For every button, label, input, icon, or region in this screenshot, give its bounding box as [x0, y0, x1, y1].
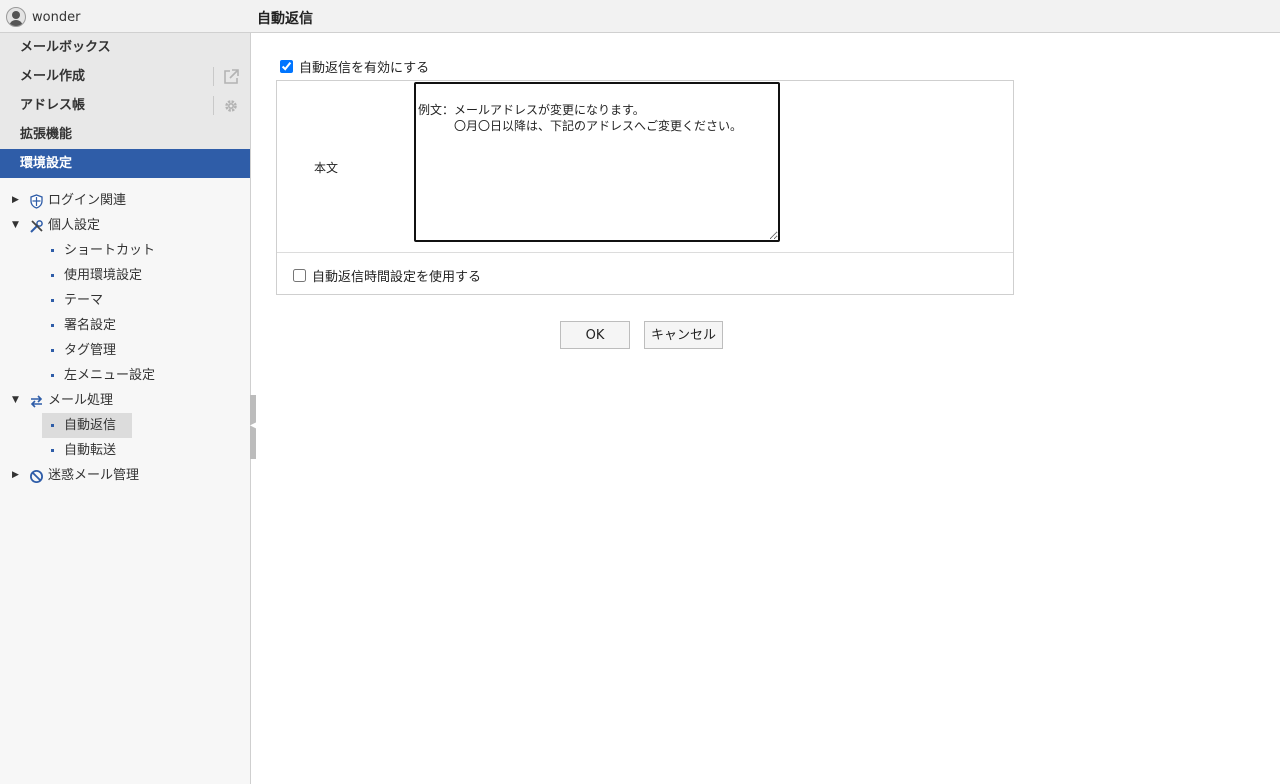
nav-address-book-label: アドレス帳 [20, 98, 86, 113]
nav-extensions[interactable]: 拡張機能 [0, 120, 250, 149]
tree-item-theme-label: テーマ [64, 293, 104, 308]
bullet [51, 349, 54, 352]
enable-auto-reply-checkbox[interactable] [280, 60, 293, 73]
tree-item-signature-label: 署名設定 [64, 318, 117, 333]
bullet [51, 274, 54, 277]
tree-node-spam-label: 迷惑メール管理 [48, 468, 140, 483]
tree-item-auto-forward[interactable]: 自動転送 [0, 438, 250, 463]
bullet [51, 299, 54, 302]
divider [213, 67, 214, 86]
gear-icon[interactable] [222, 97, 240, 115]
body-label: 本文 [314, 161, 339, 175]
main-content: 自動返信を有効にする 本文 例文：メールアドレスが変更になります。 〇月〇日以降… [256, 33, 1280, 784]
nav-compose[interactable]: メール作成 [0, 62, 250, 91]
auto-reply-form: 本文 例文：メールアドレスが変更になります。 〇月〇日以降は、下記のアドレスへご… [276, 80, 1014, 295]
user-menu[interactable]: wonder [6, 7, 80, 27]
tree-node-mail-processing-label: メール処理 [48, 393, 114, 408]
nav-mailbox[interactable]: メールボックス [0, 33, 250, 62]
main-nav: メールボックス メール作成 アドレス帳 拡張機能 環境設定 [0, 33, 250, 178]
cancel-button[interactable]: キャンセル [644, 321, 723, 349]
body-textarea[interactable]: 例文：メールアドレスが変更になります。 〇月〇日以降は、下記のアドレスへご変更く… [414, 82, 780, 242]
enable-auto-reply-label[interactable]: 自動返信を有効にする [299, 57, 429, 76]
nav-compose-label: メール作成 [20, 69, 86, 84]
tree-item-environment[interactable]: 使用環境設定 [0, 263, 250, 288]
tree-item-environment-label: 使用環境設定 [64, 268, 143, 283]
tree-item-shortcut-label: ショートカット [64, 243, 156, 258]
tree-node-personal[interactable]: ▼ 個人設定 [0, 213, 250, 238]
tree-item-auto-reply-label: 自動返信 [64, 418, 117, 433]
tree-item-auto-reply[interactable]: 自動返信 [0, 413, 250, 438]
tree-item-left-menu[interactable]: 左メニュー設定 [0, 363, 250, 388]
enable-auto-reply-option[interactable]: 自動返信を有効にする [280, 57, 429, 76]
chevron-right-icon[interactable]: ▶ [12, 188, 22, 213]
time-setting-label[interactable]: 自動返信時間設定を使用する [312, 266, 481, 285]
time-setting-option[interactable]: 自動返信時間設定を使用する [293, 266, 481, 285]
shield-icon [29, 193, 44, 209]
prohibited-icon [29, 468, 44, 483]
settings-tree: ▶ ログイン関連 ▼ 個人設定 ショートカット 使用環境設定 テーマ 署名設定 … [0, 188, 250, 488]
bullet [51, 324, 54, 327]
time-setting-checkbox[interactable] [293, 269, 306, 282]
tree-item-signature[interactable]: 署名設定 [0, 313, 250, 338]
page-title: 自動返信 [257, 11, 313, 27]
bullet [51, 249, 54, 252]
chevron-right-icon[interactable]: ▶ [12, 463, 22, 488]
bullet [51, 424, 54, 427]
tree-item-shortcut[interactable]: ショートカット [0, 238, 250, 263]
nav-settings[interactable]: 環境設定 [0, 149, 250, 178]
tree-item-theme[interactable]: テーマ [0, 288, 250, 313]
tree-item-tags[interactable]: タグ管理 [0, 338, 250, 363]
ok-button[interactable]: OK [560, 321, 630, 349]
chevron-down-icon[interactable]: ▼ [12, 213, 22, 238]
bullet [51, 374, 54, 377]
bullet [51, 449, 54, 452]
nav-settings-label: 環境設定 [20, 156, 73, 171]
divider [277, 252, 1013, 253]
tree-item-tags-label: タグ管理 [64, 343, 117, 358]
tree-node-login[interactable]: ▶ ログイン関連 [0, 188, 250, 213]
username[interactable]: wonder [32, 10, 80, 25]
user-avatar-icon[interactable] [6, 7, 26, 27]
nav-mailbox-label: メールボックス [20, 40, 111, 55]
tree-node-mail-processing[interactable]: ▼ メール処理 [0, 388, 250, 413]
transfer-arrows-icon [29, 393, 44, 408]
tree-item-left-menu-label: 左メニュー設定 [64, 368, 156, 383]
divider [213, 96, 214, 115]
sidebar: メールボックス メール作成 アドレス帳 拡張機能 環境設定 ▶ ログイン関連 ▼… [0, 33, 251, 784]
chevron-down-icon[interactable]: ▼ [12, 388, 22, 413]
tree-item-auto-forward-label: 自動転送 [64, 443, 117, 458]
nav-address-book[interactable]: アドレス帳 [0, 91, 250, 120]
nav-extensions-label: 拡張機能 [20, 127, 73, 142]
tree-node-spam[interactable]: ▶ 迷惑メール管理 [0, 463, 250, 488]
tree-node-personal-label: 個人設定 [48, 218, 101, 233]
tree-node-login-label: ログイン関連 [48, 193, 127, 208]
tools-icon [29, 218, 44, 233]
top-bar: wonder 自動返信 [0, 0, 1280, 33]
external-link-icon[interactable] [222, 68, 240, 86]
